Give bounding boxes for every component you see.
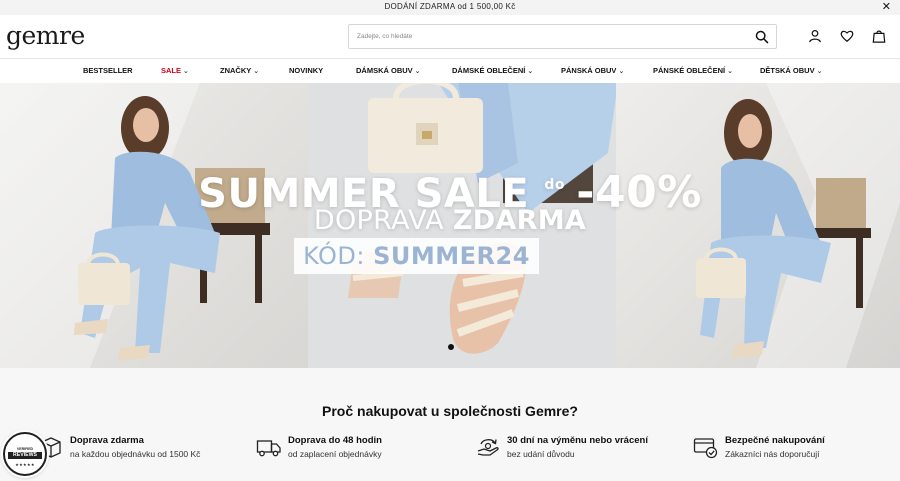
return-icon <box>477 439 499 456</box>
nav-item-bestseller[interactable]: BESTSELLER <box>83 66 133 75</box>
heart-icon[interactable] <box>840 29 854 43</box>
hero-banner[interactable]: SUMMER SALE do -40% DOPRAVA ZDARMA KÓD: … <box>0 83 900 368</box>
section-title: Proč nakupovat u společnosti Gemre? <box>322 403 578 419</box>
nav-item-panske-obleceni[interactable]: PÁNSKÉ OBLEČENÍ ⌄ <box>653 66 733 75</box>
chevron-down-icon: ⌄ <box>414 68 421 75</box>
chevron-down-icon: ⌄ <box>816 68 823 75</box>
search-input[interactable] <box>349 25 744 48</box>
site-header: gemre <box>0 15 900 59</box>
truck-icon <box>256 440 281 457</box>
nav-item-novinky[interactable]: NOVINKY <box>289 66 323 75</box>
chevron-down-icon: ⌄ <box>253 68 260 75</box>
verified-reviews-badge[interactable]: VERIFIED REVIEWS ★★★★★ <box>3 432 47 476</box>
main-nav: BESTSELLER SALE ⌄ ZNAČKY ⌄ NOVINKY DÁMSKÁ … <box>0 60 900 82</box>
carousel-dots <box>448 344 454 350</box>
hero-subheadline: DOPRAVA ZDARMA <box>313 205 587 236</box>
nav-item-panska-obuv[interactable]: PÁNSKÁ OBUV ⌄ <box>561 66 624 75</box>
user-icon[interactable] <box>808 29 822 43</box>
nav-item-sale[interactable]: SALE ⌄ <box>161 66 189 75</box>
chevron-down-icon: ⌄ <box>618 68 625 75</box>
promo-code-value: SUMMER24 <box>373 242 530 270</box>
secure-card-icon <box>693 438 718 459</box>
chevron-down-icon: ⌄ <box>183 68 189 75</box>
promo-code-label: KÓD: <box>303 242 365 270</box>
rating-stars-icon: ★★★★★ <box>15 462 35 467</box>
why-shop-section: Proč nakupovat u společnosti Gemre? Dopr… <box>0 368 900 481</box>
nav-item-znacky[interactable]: ZNAČKY ⌄ <box>220 66 259 75</box>
chevron-down-icon: ⌄ <box>527 68 534 75</box>
close-icon[interactable]: ✕ <box>882 1 891 13</box>
search-icon[interactable] <box>755 30 769 44</box>
promo-code-box: KÓD: SUMMER24 <box>294 238 539 274</box>
bag-icon[interactable] <box>872 29 886 43</box>
nav-item-damska-obuv[interactable]: DÁMSKÁ OBUV ⌄ <box>356 66 421 75</box>
search-box <box>348 24 777 49</box>
logo[interactable]: gemre <box>6 23 85 49</box>
chevron-down-icon: ⌄ <box>727 68 733 75</box>
nav-item-detska-obuv[interactable]: DĚTSKÁ OBUV ⌄ <box>760 66 822 75</box>
announcement-bar: DODÁNÍ ZDARMA od 1 500,00 Kč ✕ <box>0 0 900 15</box>
free-shipping-message: DODÁNÍ ZDARMA od 1 500,00 Kč <box>384 2 516 11</box>
carousel-dot-active[interactable] <box>448 344 454 350</box>
nav-item-damske-obleceni[interactable]: DÁMSKÉ OBLEČENÍ ⌄ <box>452 66 533 75</box>
